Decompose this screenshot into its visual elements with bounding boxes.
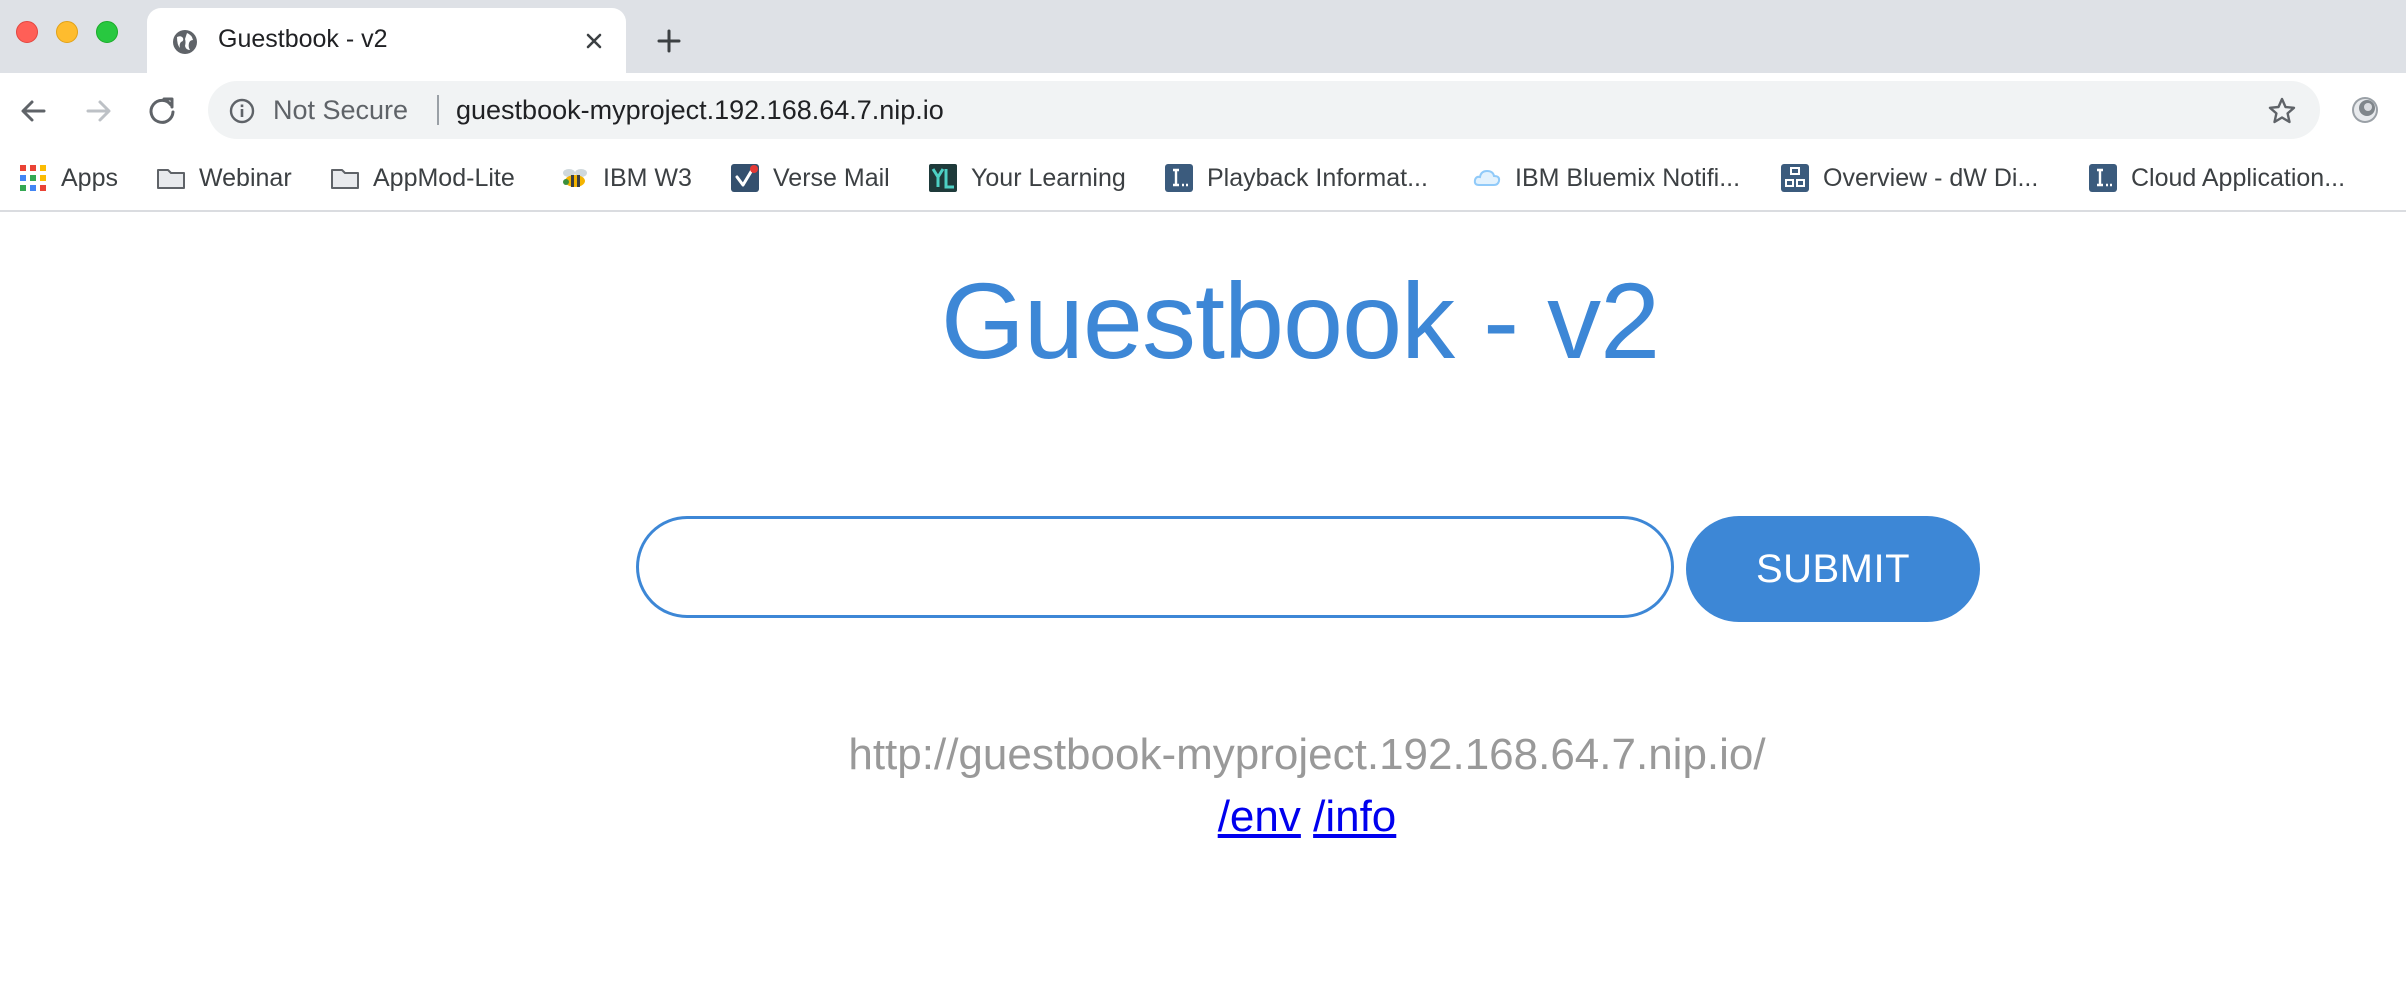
tab-strip: Guestbook - v2 — [0, 0, 2406, 73]
bookmark-playback-information[interactable]: Playback Informat... — [1164, 156, 1428, 200]
url-text[interactable]: guestbook-myproject.192.168.64.7.nip.io — [456, 95, 944, 126]
bookmark-label: IBM W3 — [603, 163, 692, 192]
window-close-button[interactable] — [16, 21, 38, 43]
bookmark-your-learning[interactable]: Your Learning — [928, 156, 1126, 200]
bookmark-label: Overview - dW Di... — [1823, 163, 2039, 192]
cloud-icon — [1473, 169, 1501, 186]
bookmark-label: Cloud Application... — [2131, 163, 2346, 192]
bookmark-verse-mail[interactable]: Verse Mail — [730, 156, 890, 200]
yl-icon — [929, 164, 957, 192]
star-icon[interactable] — [2266, 95, 2298, 127]
bookmark-label: IBM Bluemix Notifi... — [1515, 163, 1741, 192]
ibm-doc-icon — [2089, 164, 2117, 192]
plus-icon[interactable] — [653, 25, 685, 57]
bookmark-apps[interactable]: Apps — [18, 156, 118, 200]
env-link[interactable]: /env — [1218, 792, 1301, 841]
bookmark-label: AppMod-Lite — [373, 163, 515, 192]
info-icon[interactable] — [228, 97, 256, 125]
ibm-doc-icon — [1165, 164, 1193, 192]
host-url-text: http://guestbook-myproject.192.168.64.7.… — [848, 730, 1766, 779]
back-arrow-icon[interactable] — [14, 91, 54, 131]
close-icon[interactable] — [580, 27, 608, 55]
browser-toolbar: Not Secure guestbook-myproject.192.168.6… — [0, 73, 2406, 148]
info-link[interactable]: /info — [1313, 792, 1396, 841]
info-links: /env /info — [1000, 792, 1614, 842]
guestbook-message-input[interactable] — [636, 516, 1674, 618]
folder-icon — [331, 169, 359, 189]
folder-icon — [157, 169, 185, 189]
bookmark-ibm-bluemix-notifications[interactable]: IBM Bluemix Notifi... — [1472, 156, 1740, 200]
bookmark-overview-dw[interactable]: Overview - dW Di... — [1780, 156, 2038, 200]
bookmark-cloud-application[interactable]: Cloud Application... — [2088, 156, 2345, 200]
page-title: Guestbook - v2 — [940, 260, 1660, 381]
submit-button[interactable]: SUBMIT — [1686, 516, 1980, 622]
bookmark-label: Apps — [61, 163, 118, 192]
bee-icon — [563, 169, 587, 187]
omnibox-divider — [437, 95, 439, 125]
reload-icon[interactable] — [142, 91, 182, 131]
profile-avatar-icon[interactable] — [2350, 95, 2380, 125]
address-bar[interactable]: Not Secure guestbook-myproject.192.168.6… — [208, 81, 2320, 139]
bookmark-label: Verse Mail — [773, 163, 890, 192]
verse-icon — [731, 164, 759, 192]
tab-title: Guestbook - v2 — [218, 25, 388, 53]
bookmarks-bar: Apps Webinar AppMod-Lite IBM W3 Verse Ma… — [0, 148, 2406, 212]
forward-arrow-icon[interactable] — [78, 91, 118, 131]
bookmark-label: Your Learning — [971, 163, 1126, 192]
globe-icon — [173, 30, 197, 54]
security-label: Not Secure — [273, 95, 409, 125]
browser-tab-active[interactable]: Guestbook - v2 — [147, 8, 626, 73]
bookmark-label: Webinar — [199, 163, 292, 192]
apps-grid-icon — [20, 165, 46, 191]
bookmark-label: Playback Informat... — [1207, 163, 1428, 192]
bookmark-ibm-w3[interactable]: IBM W3 — [560, 156, 692, 200]
dw-icon — [1781, 164, 1809, 192]
bookmark-webinar[interactable]: Webinar — [156, 156, 292, 200]
window-maximize-button[interactable] — [96, 21, 118, 43]
window-minimize-button[interactable] — [56, 21, 78, 43]
bookmark-appmod-lite[interactable]: AppMod-Lite — [330, 156, 515, 200]
